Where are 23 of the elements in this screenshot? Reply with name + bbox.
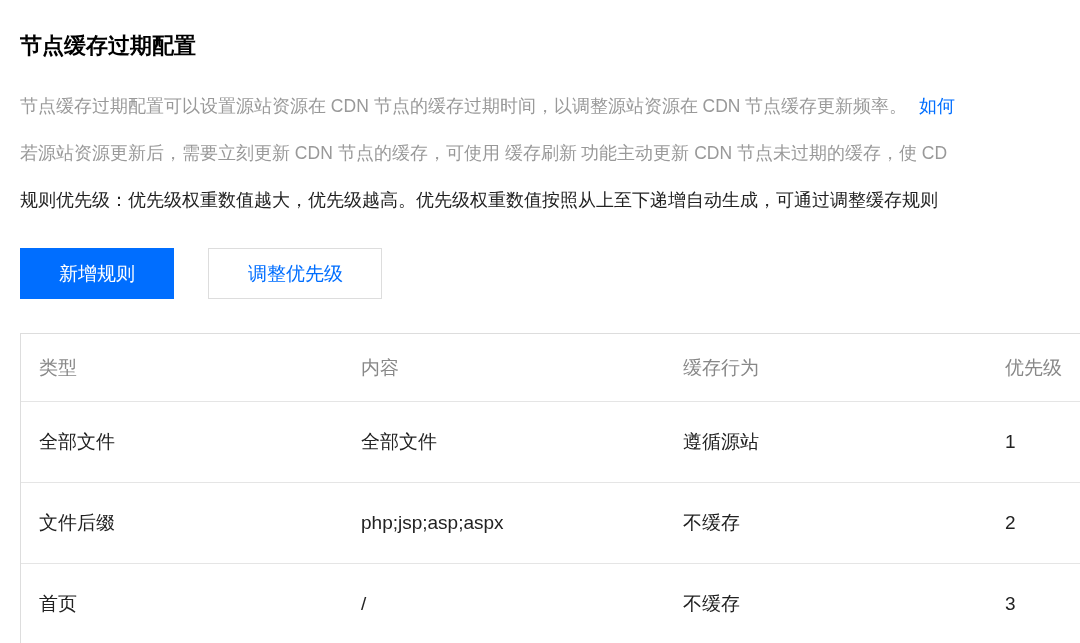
table-cell-text: 不缓存 [682, 511, 741, 535]
table-cell-text: 全部文件 [360, 430, 438, 454]
description-text: 节点缓存过期配置可以设置源站资源在 CDN 节点的缓存过期时间，以调整源站资源在 CDN 节点缓存更新频率。 [20, 95, 908, 118]
table-cell-text: 文件后缀 [38, 511, 116, 535]
column-header: 优先级 [1004, 355, 1063, 380]
table-cell-text: php;jsp;asp;aspx [360, 512, 505, 534]
help-link[interactable]: 如何 [919, 94, 956, 118]
priority-note: 规则优先级：优先级权重数值越大，优先级越高。优先级权重数值按照从上至下递增自动生成，可通过调整缓存规则 [20, 189, 938, 212]
table-cell-text: 1 [1004, 431, 1017, 453]
add-rule-button[interactable]: 新增规则 [20, 248, 174, 299]
adjust-priority-button[interactable]: 调整优先级 [208, 248, 382, 299]
table-cell-text: 全部文件 [38, 430, 116, 454]
column-header: 类型 [38, 355, 78, 380]
column-header: 缓存行为 [682, 355, 760, 380]
description-text: 若源站资源更新后，需要立刻更新 CDN 节点的缓存，可使用 缓存刷新 功能主动更新 CDN 节点未过期的缓存，使 CD [20, 142, 948, 165]
table-cell-text: 遵循源站 [682, 430, 760, 454]
table-cell-text: 首页 [38, 592, 78, 616]
table-cell-text: / [360, 593, 368, 615]
table-cell-text: 2 [1004, 512, 1017, 534]
table-cell-text: 3 [1004, 593, 1017, 615]
page-title: 节点缓存过期配置 [20, 32, 197, 60]
column-header: 内容 [360, 355, 400, 380]
table-cell-text: 不缓存 [682, 592, 741, 616]
